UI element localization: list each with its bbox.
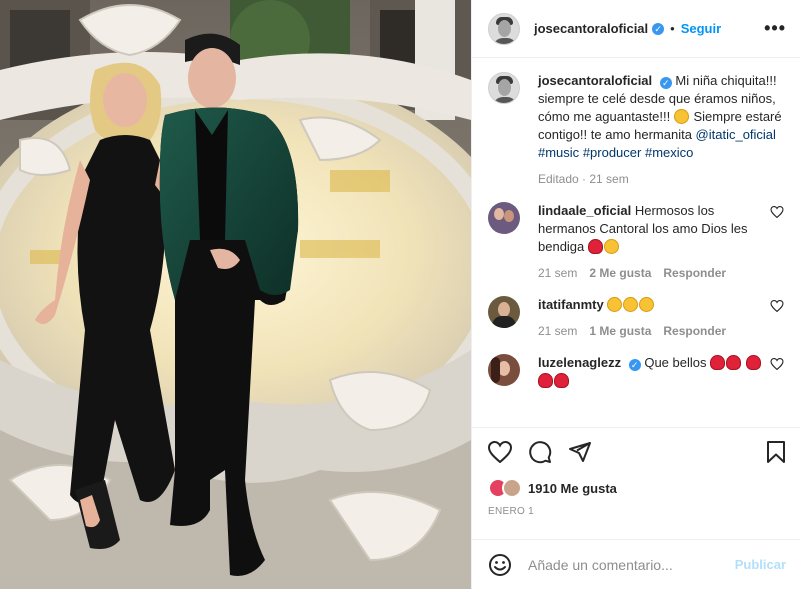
bookmark-icon[interactable] xyxy=(766,440,786,464)
caption: josecantoraloficial ✓ Mi niña chiquita!!… xyxy=(488,72,784,188)
comment-time: 21 sem xyxy=(538,324,578,338)
post-date[interactable]: ENERO 1 xyxy=(472,501,800,521)
caption-avatar[interactable] xyxy=(488,72,520,104)
liker-avatars xyxy=(488,478,524,498)
author-username[interactable]: josecantoraloficial xyxy=(534,21,648,36)
commenter-avatar[interactable] xyxy=(488,354,520,386)
likes-summary[interactable]: 1910 Me gusta xyxy=(472,475,800,501)
grinning-emoji-icon xyxy=(673,109,689,124)
hashtag-link[interactable]: #music xyxy=(538,145,579,160)
more-icon[interactable]: ••• xyxy=(764,18,786,39)
like-comment-heart-icon[interactable] xyxy=(770,300,784,312)
kiss-emoji-icon xyxy=(710,355,726,370)
kiss-emoji-icon xyxy=(538,373,553,388)
commenter-username[interactable]: luzelenaglezz xyxy=(538,355,621,370)
verified-icon: ✓ xyxy=(652,22,665,35)
comment-body: luzelenaglezz ✓ Que bellos xyxy=(538,354,764,390)
comments-list: josecantoraloficial ✓ Mi niña chiquita!!… xyxy=(472,58,800,427)
heart-eyes-emoji-icon xyxy=(603,239,619,254)
caption-username[interactable]: josecantoraloficial xyxy=(538,73,652,88)
emoji-icon[interactable] xyxy=(488,553,512,577)
comment-time: 21 sem xyxy=(538,266,578,280)
post-header: josecantoraloficial ✓ • Seguir ••• xyxy=(472,0,800,58)
comment-likes[interactable]: 2 Me gusta xyxy=(589,266,651,280)
comment-meta: 21 sem 2 Me gusta Responder xyxy=(538,264,764,282)
comment-body: lindaale_oficial Hermosos los hermanos C… xyxy=(538,202,764,282)
comment-input[interactable] xyxy=(528,556,735,573)
comment-body: itatifanmty 21 sem 1 Me gusta Responder xyxy=(538,296,764,340)
author-avatar[interactable] xyxy=(488,12,520,45)
reply-button[interactable]: Responder xyxy=(663,324,726,338)
likes-count: 1910 xyxy=(528,480,557,496)
add-comment-bar: Publicar xyxy=(472,539,800,589)
comment: luzelenaglezz ✓ Que bellos xyxy=(488,354,784,390)
post-photo[interactable] xyxy=(0,0,471,589)
separator-dot: • xyxy=(670,21,675,36)
heart-eyes-emoji-icon xyxy=(639,297,655,312)
heart-eyes-emoji-icon xyxy=(607,297,623,312)
photo-illustration xyxy=(0,0,471,589)
comment: lindaale_oficial Hermosos los hermanos C… xyxy=(488,202,784,282)
reply-button[interactable]: Responder xyxy=(663,266,726,280)
comment-likes[interactable]: 1 Me gusta xyxy=(589,324,651,338)
commenter-username[interactable]: itatifanmty xyxy=(538,297,604,312)
hashtag-link[interactable]: #mexico xyxy=(645,145,693,160)
like-comment-heart-icon[interactable] xyxy=(770,206,784,218)
verified-icon: ✓ xyxy=(659,77,672,89)
like-comment-heart-icon[interactable] xyxy=(770,358,784,370)
heart-eyes-emoji-icon xyxy=(623,297,639,312)
comment: itatifanmty 21 sem 1 Me gusta Responder xyxy=(488,296,784,340)
post-side-panel: josecantoraloficial ✓ • Seguir ••• josec… xyxy=(471,0,800,589)
caption-meta: Editado · 21 sem xyxy=(538,172,629,186)
comment-meta: 21 sem 1 Me gusta Responder xyxy=(538,322,764,340)
likes-label: Me gusta xyxy=(560,480,617,496)
kiss-emoji-icon xyxy=(726,355,742,370)
verified-icon: ✓ xyxy=(628,359,641,371)
follow-button[interactable]: Seguir xyxy=(681,21,721,36)
mention-link[interactable]: @itatic_oficial xyxy=(696,127,776,142)
commenter-avatar[interactable] xyxy=(488,296,520,328)
publish-button[interactable]: Publicar xyxy=(735,557,786,572)
kiss-emoji-icon xyxy=(745,355,761,370)
action-bar xyxy=(472,427,800,475)
comment-icon[interactable] xyxy=(528,440,552,464)
instagram-post-view: josecantoraloficial ✓ • Seguir ••• josec… xyxy=(0,0,800,589)
commenter-username[interactable]: lindaale_oficial xyxy=(538,203,631,218)
kiss-emoji-icon xyxy=(554,373,569,388)
comment-text: Que bellos xyxy=(644,355,707,370)
share-icon[interactable] xyxy=(568,440,592,464)
caption-text: josecantoraloficial ✓ Mi niña chiquita!!… xyxy=(538,72,784,188)
commenter-avatar[interactable] xyxy=(488,202,520,234)
heart-icon[interactable] xyxy=(488,440,512,463)
red-heart-emoji-icon xyxy=(587,239,603,254)
hashtag-link[interactable]: #producer xyxy=(583,145,642,160)
